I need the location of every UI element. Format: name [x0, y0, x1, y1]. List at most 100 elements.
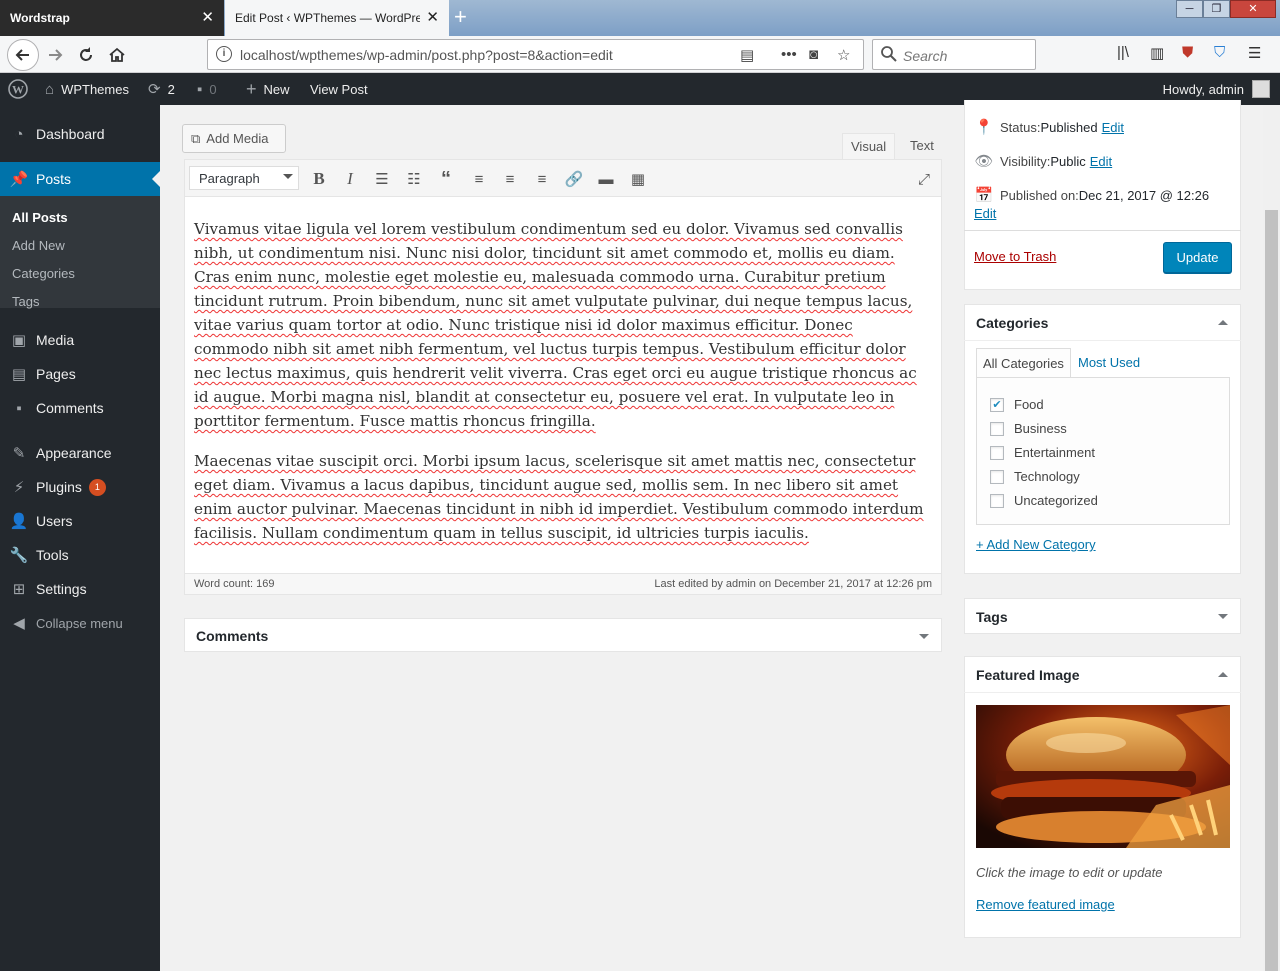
tab-all-categories[interactable]: All Categories [976, 348, 1071, 378]
featured-image[interactable] [976, 705, 1230, 848]
view-post-link[interactable]: View Post [310, 73, 368, 105]
extension-shield-icon[interactable]: ⛉ [1214, 44, 1225, 61]
menu-icon[interactable]: ☰ [1248, 44, 1261, 62]
close-tab-icon[interactable]: ✕ [201, 9, 214, 26]
menu-item-media[interactable]: ▣ Media [0, 323, 160, 357]
link-icon[interactable]: 🔗 [563, 168, 585, 190]
back-icon[interactable] [7, 39, 39, 71]
menu-label: Dashboard [36, 126, 105, 142]
maximize-icon[interactable]: ❐ [1203, 0, 1230, 18]
toggle-panel-icon[interactable] [919, 634, 929, 644]
status-value: Published [1040, 119, 1098, 135]
edit-status-link[interactable]: Edit [1102, 120, 1124, 135]
site-name-link[interactable]: ⌂ WPThemes [45, 73, 129, 105]
brave-shield-icon[interactable]: ⛊ [1182, 44, 1193, 61]
menu-item-dashboard[interactable]: ◔ Dashboard [0, 117, 160, 151]
menu-item-appearance[interactable]: ✎ Appearance [0, 436, 160, 470]
media-icon: ⧉ [191, 130, 201, 146]
menu-item-comments[interactable]: ▪ Comments [0, 391, 160, 425]
browser-tab-wordstrap[interactable]: Wordstrap ✕ [0, 0, 224, 36]
checkbox-checked[interactable]: ✔ [990, 397, 1004, 412]
checkbox[interactable] [990, 445, 1004, 460]
move-to-trash-link[interactable]: Move to Trash [974, 249, 1056, 264]
checkbox[interactable] [990, 421, 1004, 436]
align-left-icon[interactable]: ≡ [468, 168, 490, 190]
tab-text[interactable]: Text [902, 133, 942, 159]
scrollbar-thumb[interactable] [1265, 210, 1278, 971]
comments-box-header[interactable]: Comments [185, 619, 941, 653]
page-actions-icon[interactable]: ••• [781, 46, 797, 63]
italic-icon[interactable]: I [339, 168, 361, 190]
minimize-icon[interactable]: ─ [1176, 0, 1203, 18]
update-button[interactable]: Update [1163, 242, 1232, 273]
site-info-icon[interactable]: i [216, 46, 232, 62]
divider [964, 340, 1241, 341]
window-close-icon[interactable]: ✕ [1230, 0, 1276, 18]
sidebar-icon[interactable]: ▥ [1150, 44, 1164, 62]
edit-visibility-link[interactable]: Edit [1090, 154, 1112, 169]
comments-link[interactable]: ▪ 0 [197, 73, 217, 105]
pocket-icon[interactable]: ◙ [809, 46, 818, 63]
published-on-label: Published on: [1000, 187, 1079, 203]
reload-icon[interactable] [72, 41, 100, 69]
menu-item-settings[interactable]: ⊞ Settings [0, 572, 160, 606]
menu-item-posts[interactable]: 📌 Posts [0, 162, 160, 196]
wordpress-logo-icon[interactable]: W [8, 73, 28, 105]
category-item-technology[interactable]: Technology [990, 469, 1080, 484]
menu-item-pages[interactable]: ▤ Pages [0, 357, 160, 391]
tab-visual[interactable]: Visual [842, 133, 896, 159]
add-new-category-link[interactable]: + Add New Category [976, 537, 1096, 552]
toggle-panel-icon[interactable] [1218, 315, 1228, 325]
remove-featured-image-link[interactable]: Remove featured image [976, 897, 1115, 912]
numbered-list-icon[interactable]: ☷ [403, 168, 425, 190]
tags-box-header[interactable]: Tags [965, 599, 1240, 635]
toggle-panel-icon[interactable] [1218, 667, 1228, 677]
blockquote-icon[interactable]: “ [435, 168, 457, 190]
submenu-tags[interactable]: Tags [12, 294, 39, 309]
menu-item-users[interactable]: 👤 Users [0, 504, 160, 538]
menu-item-tools[interactable]: 🔧 Tools [0, 538, 160, 572]
fullscreen-icon[interactable]: ⤢ [913, 168, 935, 190]
checkbox[interactable] [990, 493, 1004, 508]
reader-view-icon[interactable]: ▤ [740, 46, 754, 64]
bookmark-star-icon[interactable]: ☆ [837, 46, 850, 64]
library-icon[interactable]: ||\ [1117, 44, 1129, 61]
add-media-button[interactable]: ⧉ Add Media [182, 124, 286, 153]
edit-date-link[interactable]: Edit [974, 206, 996, 221]
close-tab-icon[interactable]: ✕ [426, 9, 439, 26]
menu-label: Posts [36, 171, 72, 187]
submenu-add-new[interactable]: Add New [12, 238, 65, 253]
search-bar[interactable]: Search [872, 39, 1036, 70]
bulleted-list-icon[interactable]: ☰ [371, 168, 393, 190]
tab-label: Edit Post ‹ WPThemes — WordPress [235, 11, 420, 25]
category-item-uncategorized[interactable]: Uncategorized [990, 493, 1098, 508]
read-more-icon[interactable]: ▬ [595, 168, 617, 190]
toolbar-toggle-icon[interactable]: ▦ [627, 168, 649, 190]
post-content-editor[interactable]: Vivamus vitae ligula vel lorem vestibulu… [184, 197, 942, 573]
tab-most-used[interactable]: Most Used [1072, 348, 1146, 378]
url-bar[interactable]: i localhost/wpthemes/wp-admin/post.php?p… [207, 39, 864, 70]
submenu-all-posts[interactable]: All Posts [12, 210, 68, 225]
categories-box-header[interactable]: Categories [965, 305, 1240, 341]
format-select[interactable]: Paragraph [189, 166, 299, 190]
new-content-link[interactable]: + New [246, 73, 290, 105]
published-date: Dec 21, 2017 @ 12:26 [1078, 187, 1210, 203]
category-item-entertainment[interactable]: Entertainment [990, 445, 1095, 460]
category-item-food[interactable]: ✔ Food [990, 397, 1044, 412]
checkbox[interactable] [990, 469, 1004, 484]
collapse-menu-button[interactable]: ◀ Collapse menu [0, 606, 160, 640]
new-tab-icon[interactable]: + [454, 5, 467, 29]
featured-image-box-header[interactable]: Featured Image [965, 657, 1240, 693]
home-icon[interactable] [103, 41, 131, 69]
editor-toolbar: Paragraph B I ☰ ☷ “ ≡ ≡ ≡ 🔗 ▬ ▦ ⤢ [184, 159, 942, 197]
menu-item-plugins[interactable]: ⚡ Plugins 1 [0, 470, 160, 504]
category-item-business[interactable]: Business [990, 421, 1067, 436]
align-right-icon[interactable]: ≡ [531, 168, 553, 190]
submenu-categories[interactable]: Categories [12, 266, 75, 281]
browser-tab-edit-post[interactable]: Edit Post ‹ WPThemes — WordPress ✕ [225, 0, 449, 36]
updates-link[interactable]: ⟳ 2 [148, 73, 175, 105]
forward-icon[interactable] [41, 41, 69, 69]
bold-icon[interactable]: B [308, 168, 330, 190]
toggle-panel-icon[interactable] [1218, 614, 1228, 624]
align-center-icon[interactable]: ≡ [499, 168, 521, 190]
